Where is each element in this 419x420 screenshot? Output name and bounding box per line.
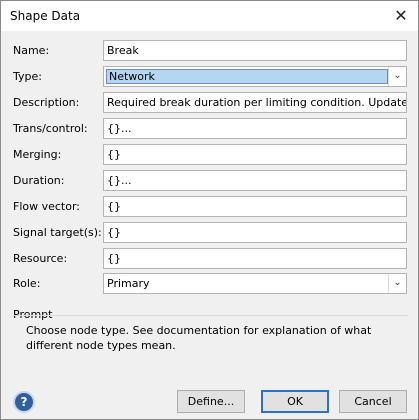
merging-row: Merging: {}	[1, 144, 418, 166]
merging-value: {}	[107, 148, 121, 161]
type-row: Type: Network ⌄	[1, 66, 418, 88]
description-field[interactable]: Required break duration per limiting con…	[103, 92, 407, 113]
help-icon[interactable]: ?	[13, 391, 35, 413]
type-dropdown[interactable]: Network ⌄	[103, 66, 407, 87]
signal-target-field[interactable]: {}	[103, 222, 407, 243]
flow-vector-value: {}	[107, 200, 121, 213]
flow-vector-field[interactable]: {}	[103, 196, 407, 217]
type-label: Type:	[13, 70, 42, 83]
trans-control-field[interactable]: {}...	[103, 118, 407, 139]
merging-label: Merging:	[13, 148, 62, 161]
name-field[interactable]: Break	[103, 40, 407, 61]
prompt-divider	[13, 315, 408, 316]
cancel-button[interactable]: Cancel	[339, 390, 407, 413]
signal-target-label: Signal target(s):	[13, 226, 102, 239]
define-button[interactable]: Define...	[177, 390, 245, 413]
close-icon[interactable]: ✕	[384, 1, 418, 31]
type-selected: Network	[106, 69, 388, 84]
name-row: Name: Break	[1, 40, 418, 62]
name-label: Name:	[13, 44, 50, 57]
duration-label: Duration:	[13, 174, 65, 187]
duration-field[interactable]: {}...	[103, 170, 407, 191]
trans-control-value: {}...	[107, 122, 132, 135]
shape-data-dialog: Shape Data ✕ Name: Break Type: Network ⌄…	[0, 0, 419, 420]
merging-field[interactable]: {}	[103, 144, 407, 165]
resource-value: {}	[107, 252, 121, 265]
role-value: Primary	[107, 277, 150, 290]
flow-vector-label: Flow vector:	[13, 200, 81, 213]
trans-control-row: Trans/control: {}...	[1, 118, 418, 140]
window-title: Shape Data	[10, 9, 81, 23]
resource-field[interactable]: {}	[103, 248, 407, 269]
title-bar: Shape Data ✕	[1, 1, 418, 31]
description-value: Required break duration per limiting con…	[107, 96, 407, 109]
resource-label: Resource:	[13, 252, 68, 265]
duration-row: Duration: {}...	[1, 170, 418, 192]
signal-target-row: Signal target(s): {}	[1, 222, 418, 244]
type-value: Network	[109, 70, 155, 83]
role-dropdown[interactable]: Primary ⌄	[103, 273, 407, 294]
signal-target-value: {}	[107, 226, 121, 239]
description-row: Description: Required break duration per…	[1, 92, 418, 114]
name-value: Break	[107, 44, 139, 57]
resource-row: Resource: {}	[1, 248, 418, 270]
duration-value: {}...	[107, 174, 132, 187]
chevron-down-icon[interactable]: ⌄	[388, 67, 406, 86]
ok-button[interactable]: OK	[261, 390, 329, 413]
chevron-down-icon[interactable]: ⌄	[388, 274, 406, 293]
flow-vector-row: Flow vector: {}	[1, 196, 418, 218]
role-label: Role:	[13, 277, 41, 290]
prompt-text: Choose node type. See documentation for …	[26, 324, 372, 352]
role-row: Role: Primary ⌄	[1, 273, 418, 295]
description-label: Description:	[13, 96, 80, 109]
trans-control-label: Trans/control:	[13, 122, 88, 135]
